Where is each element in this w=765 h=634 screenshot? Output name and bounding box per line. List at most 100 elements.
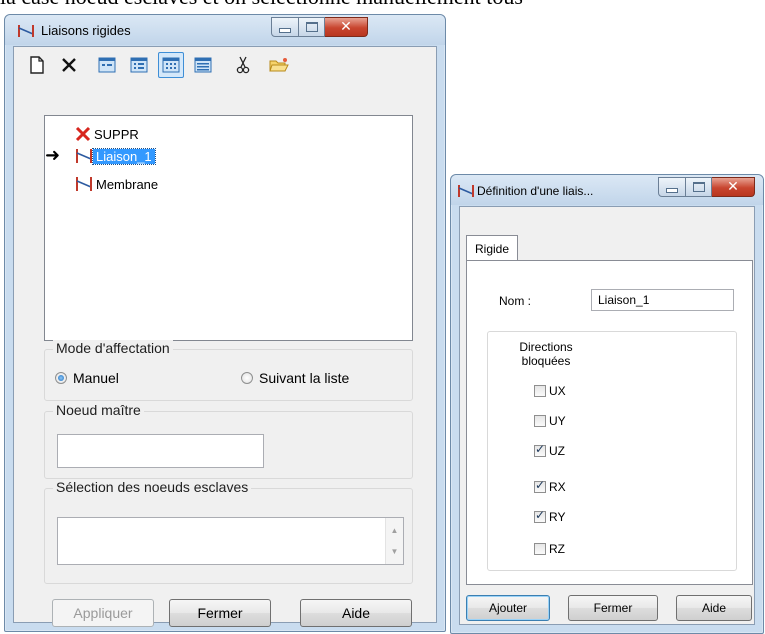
cut-icon: [236, 56, 250, 74]
window-client-area: SUPPR ➜ Liaison_1 Membrane Mode d'affect…: [13, 46, 437, 627]
tree-item-suppr[interactable]: SUPPR: [75, 124, 142, 144]
minimize-button[interactable]: [271, 17, 299, 37]
tree-item-label: Liaison_1: [92, 147, 156, 165]
tree-item-label: SUPPR: [94, 126, 139, 142]
mode-group: Mode d'affectation Manuel Suivant la lis…: [44, 340, 413, 401]
directions-group: Directions bloquées UX UY UZ RX: [487, 331, 737, 571]
liaisons-rigides-window: Liaisons rigides ✕ SUPPR ➜ Liaison_1 Mem…: [4, 14, 446, 632]
definition-liaison-window: Définition d'une liais... ✕ Rigide Nom :…: [450, 174, 764, 634]
slave-nodes-scrollbar[interactable]: ▲ ▼: [385, 518, 403, 564]
checkbox-uy-label: UY: [549, 414, 566, 428]
checkbox-box: [534, 543, 546, 555]
view-grid-button[interactable]: [158, 52, 184, 78]
checkbox-uz-label: UZ: [549, 444, 565, 458]
add-button[interactable]: Ajouter: [466, 595, 550, 621]
radio-dot: [55, 372, 67, 384]
view-grid-icon: [162, 57, 180, 73]
view-list-icon: [130, 57, 148, 73]
checkbox-rz[interactable]: RZ: [534, 542, 565, 556]
rigid-link-icon: [458, 185, 474, 197]
master-node-input[interactable]: [57, 434, 264, 468]
directions-title-line2: bloquées: [521, 354, 571, 368]
checkbox-rx-label: RX: [549, 480, 566, 494]
checkbox-box: [534, 508, 546, 523]
cut-button[interactable]: [230, 52, 256, 78]
scroll-down-icon[interactable]: ▼: [386, 543, 403, 560]
name-input[interactable]: [591, 289, 734, 311]
checkbox-box: [534, 442, 546, 457]
close-icon: ✕: [340, 19, 352, 35]
mode-group-title: Mode d'affectation: [53, 340, 173, 356]
slave-nodes-title: Sélection des noeuds esclaves: [53, 479, 252, 495]
window-controls: ✕: [271, 17, 368, 37]
scroll-up-icon[interactable]: ▲: [386, 522, 403, 539]
window-client-area: Rigide Nom : Directions bloquées UX UY: [459, 206, 755, 625]
links-tree[interactable]: SUPPR ➜ Liaison_1 Membrane: [44, 115, 413, 341]
tab-panel-rigide: Nom : Directions bloquées UX UY UZ: [466, 260, 753, 585]
directions-title-line1: Directions: [519, 340, 573, 354]
tree-item-label: Membrane: [96, 176, 159, 192]
help-button[interactable]: Aide: [300, 599, 412, 627]
rigid-link-icon: [76, 149, 92, 163]
view-details-button[interactable]: [190, 52, 216, 78]
minimize-icon: [666, 187, 678, 193]
radio-list[interactable]: Suivant la liste: [241, 370, 349, 386]
checkbox-ux-label: UX: [549, 384, 566, 398]
minimize-icon: [279, 27, 291, 33]
rigid-link-icon: [76, 177, 92, 191]
document-text: la case noeud esclaves et on sélectionne…: [0, 0, 765, 10]
radio-manual[interactable]: Manuel: [55, 370, 119, 386]
close-button[interactable]: ✕: [325, 17, 368, 37]
radio-list-label: Suivant la liste: [259, 370, 350, 386]
checkbox-ry[interactable]: RY: [534, 508, 566, 524]
help-dialog-button[interactable]: Aide: [676, 595, 752, 621]
open-folder-button[interactable]: [266, 52, 292, 78]
master-node-group: Noeud maître: [44, 402, 413, 479]
name-label: Nom :: [499, 294, 532, 308]
title-bar[interactable]: Liaisons rigides ✕: [5, 15, 445, 45]
slave-nodes-group: Sélection des noeuds esclaves ▲ ▼: [44, 479, 413, 584]
tab-rigide[interactable]: Rigide: [466, 235, 519, 262]
delete-icon: [62, 58, 76, 72]
checkbox-uy[interactable]: UY: [534, 414, 566, 428]
checkbox-box: [534, 385, 546, 397]
open-folder-icon: [269, 58, 289, 72]
checkbox-box: [534, 478, 546, 493]
checkbox-uz[interactable]: UZ: [534, 442, 565, 458]
new-icon: [30, 56, 44, 74]
slave-nodes-input[interactable]: ▲ ▼: [57, 517, 404, 565]
master-node-title: Noeud maître: [53, 402, 144, 418]
delete-button[interactable]: [56, 52, 82, 78]
maximize-icon: [305, 22, 318, 32]
view-list-button[interactable]: [126, 52, 152, 78]
radio-manual-label: Manuel: [73, 370, 119, 386]
view-small-icon: [98, 57, 116, 73]
maximize-button[interactable]: [686, 177, 712, 197]
close-dialog-button[interactable]: Fermer: [568, 595, 658, 621]
toolbar: [14, 47, 436, 83]
checkbox-ry-label: RY: [549, 510, 566, 524]
minimize-button[interactable]: [658, 177, 686, 197]
directions-title: Directions bloquées: [516, 340, 576, 368]
apply-button[interactable]: Appliquer: [52, 599, 154, 627]
window-controls: ✕: [658, 177, 755, 197]
rigid-link-icon: [18, 25, 34, 37]
maximize-icon: [692, 182, 705, 192]
window-title: Définition d'une liais...: [477, 184, 594, 198]
close-icon: ✕: [727, 179, 739, 195]
title-bar[interactable]: Définition d'une liais... ✕: [451, 175, 763, 205]
tree-item-liaison-1[interactable]: ➜ Liaison_1: [45, 146, 156, 166]
maximize-button[interactable]: [299, 17, 325, 37]
close-button[interactable]: ✕: [712, 177, 755, 197]
tree-item-membrane[interactable]: Membrane: [75, 174, 161, 194]
window-title: Liaisons rigides: [41, 23, 131, 38]
radio-dot: [241, 372, 253, 384]
new-button[interactable]: [24, 52, 50, 78]
view-details-icon: [194, 57, 212, 73]
close-window-button[interactable]: Fermer: [169, 599, 271, 627]
checkbox-rx[interactable]: RX: [534, 478, 566, 494]
checkbox-ux[interactable]: UX: [534, 384, 566, 398]
view-small-button[interactable]: [94, 52, 120, 78]
arrow-right-icon: ➜: [45, 145, 61, 166]
red-x-icon: [75, 126, 91, 142]
